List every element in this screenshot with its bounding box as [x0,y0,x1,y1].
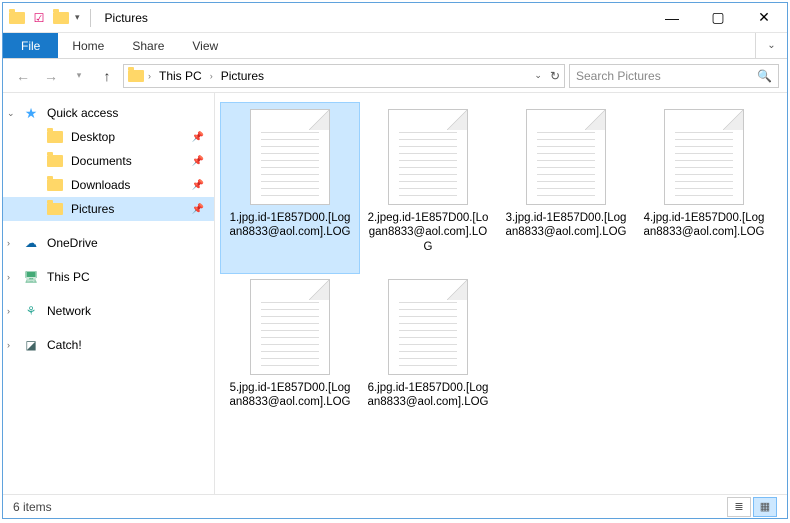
forward-button[interactable]: → [39,64,63,88]
log-file-icon [388,109,468,205]
file-item[interactable]: 4.jpg.id-1E857D00.[Logan8833@aol.com].LO… [635,103,773,273]
crumb-this-pc[interactable]: This PC [155,69,206,83]
nav-network[interactable]: › ⚘ Network [3,299,214,323]
ribbon-expand-icon[interactable]: ⌄ [755,33,787,58]
recent-chevron-icon[interactable]: ▾ [67,64,91,88]
file-item[interactable]: 5.jpg.id-1E857D00.[Logan8833@aol.com].LO… [221,273,359,443]
file-item[interactable]: 2.jpeg.id-1E857D00.[Logan8833@aol.com].L… [359,103,497,273]
pin-icon: 📌 [192,204,204,215]
nav-downloads[interactable]: Downloads 📌 [3,173,214,197]
chevron-right-icon[interactable]: › [7,306,10,316]
tab-view[interactable]: View [178,33,232,58]
file-name: 3.jpg.id-1E857D00.[Logan8833@aol.com].LO… [501,211,631,240]
search-icon: 🔍 [757,69,772,83]
nav-desktop[interactable]: Desktop 📌 [3,125,214,149]
log-file-icon [388,279,468,375]
network-icon: ⚘ [23,303,39,319]
file-tab[interactable]: File [3,33,58,58]
minimize-button[interactable]: — [649,3,695,33]
back-button[interactable]: ← [11,64,35,88]
log-file-icon [664,109,744,205]
nav-catch[interactable]: › ◪ Catch! [3,333,214,357]
qat-properties-icon[interactable]: ☑ [31,10,47,26]
chevron-right-icon[interactable]: › [7,238,10,248]
nav-quick-access[interactable]: ⌄ ★ Quick access [3,101,214,125]
pin-icon: 📌 [192,156,204,167]
address-toolbar: ← → ▾ ↑ › This PC › Pictures ⌄ ↻ Search … [3,59,787,93]
qat-dropdown-icon[interactable] [53,10,69,26]
star-icon: ★ [23,105,39,121]
search-input[interactable]: Search Pictures 🔍 [569,64,779,88]
view-icons-button[interactable]: ▦ [753,497,777,517]
file-item[interactable]: 6.jpg.id-1E857D00.[Logan8833@aol.com].LO… [359,273,497,443]
onedrive-icon: ☁ [23,235,39,251]
pin-icon: 📌 [192,132,204,143]
maximize-button[interactable]: ▢ [695,3,741,33]
log-file-icon [250,109,330,205]
app-icon [9,10,25,26]
chevron-down-icon[interactable]: ⌄ [7,108,15,119]
address-chevron-icon[interactable]: ⌄ [534,70,542,81]
tab-home[interactable]: Home [58,33,118,58]
chevron-right-icon[interactable]: › [7,340,10,350]
address-bar[interactable]: › This PC › Pictures ⌄ ↻ [123,64,565,88]
navigation-pane: ⌄ ★ Quick access Desktop 📌 Documents 📌 D… [3,93,215,494]
folder-icon [47,153,63,169]
pc-icon: 🖥 [23,269,39,285]
crumb-pictures[interactable]: Pictures [217,69,268,83]
close-button[interactable]: ✕ [741,3,787,33]
file-item[interactable]: 3.jpg.id-1E857D00.[Logan8833@aol.com].LO… [497,103,635,273]
view-details-button[interactable]: ≣ [727,497,751,517]
item-count: 6 items [13,500,52,514]
titlebar: ☑ ▾ Pictures — ▢ ✕ [3,3,787,33]
nav-pictures[interactable]: Pictures 📌 [3,197,214,221]
log-file-icon [250,279,330,375]
file-name: 5.jpg.id-1E857D00.[Logan8833@aol.com].LO… [225,381,355,410]
tab-share[interactable]: Share [118,33,178,58]
pin-icon: 📌 [192,180,204,191]
up-button[interactable]: ↑ [95,64,119,88]
search-placeholder: Search Pictures [576,69,661,83]
file-item[interactable]: 1.jpg.id-1E857D00.[Logan8833@aol.com].LO… [221,103,359,273]
qat-chevron-icon[interactable]: ▾ [75,12,80,23]
nav-documents[interactable]: Documents 📌 [3,149,214,173]
chevron-right-icon[interactable]: › [7,272,10,282]
nav-this-pc[interactable]: › 🖥 This PC [3,265,214,289]
folder-icon [47,129,63,145]
file-name: 4.jpg.id-1E857D00.[Logan8833@aol.com].LO… [639,211,769,240]
window-title: Pictures [101,11,148,25]
refresh-icon[interactable]: ↻ [550,69,560,83]
crumb-sep-icon: › [210,71,213,81]
file-name: 6.jpg.id-1E857D00.[Logan8833@aol.com].LO… [363,381,493,410]
file-list[interactable]: 1.jpg.id-1E857D00.[Logan8833@aol.com].LO… [215,93,787,494]
log-file-icon [526,109,606,205]
crumb-sep-icon: › [148,71,151,81]
explorer-window: ☑ ▾ Pictures — ▢ ✕ File Home Share View … [2,2,788,519]
folder-icon [47,177,63,193]
file-name: 2.jpeg.id-1E857D00.[Logan8833@aol.com].L… [363,211,493,254]
file-name: 1.jpg.id-1E857D00.[Logan8833@aol.com].LO… [225,211,355,240]
address-folder-icon [128,68,144,84]
ribbon-tabs: File Home Share View ⌄ [3,33,787,59]
nav-onedrive[interactable]: › ☁ OneDrive [3,231,214,255]
catch-icon: ◪ [23,337,39,353]
status-bar: 6 items ≣ ▦ [3,494,787,518]
folder-icon [47,201,63,217]
